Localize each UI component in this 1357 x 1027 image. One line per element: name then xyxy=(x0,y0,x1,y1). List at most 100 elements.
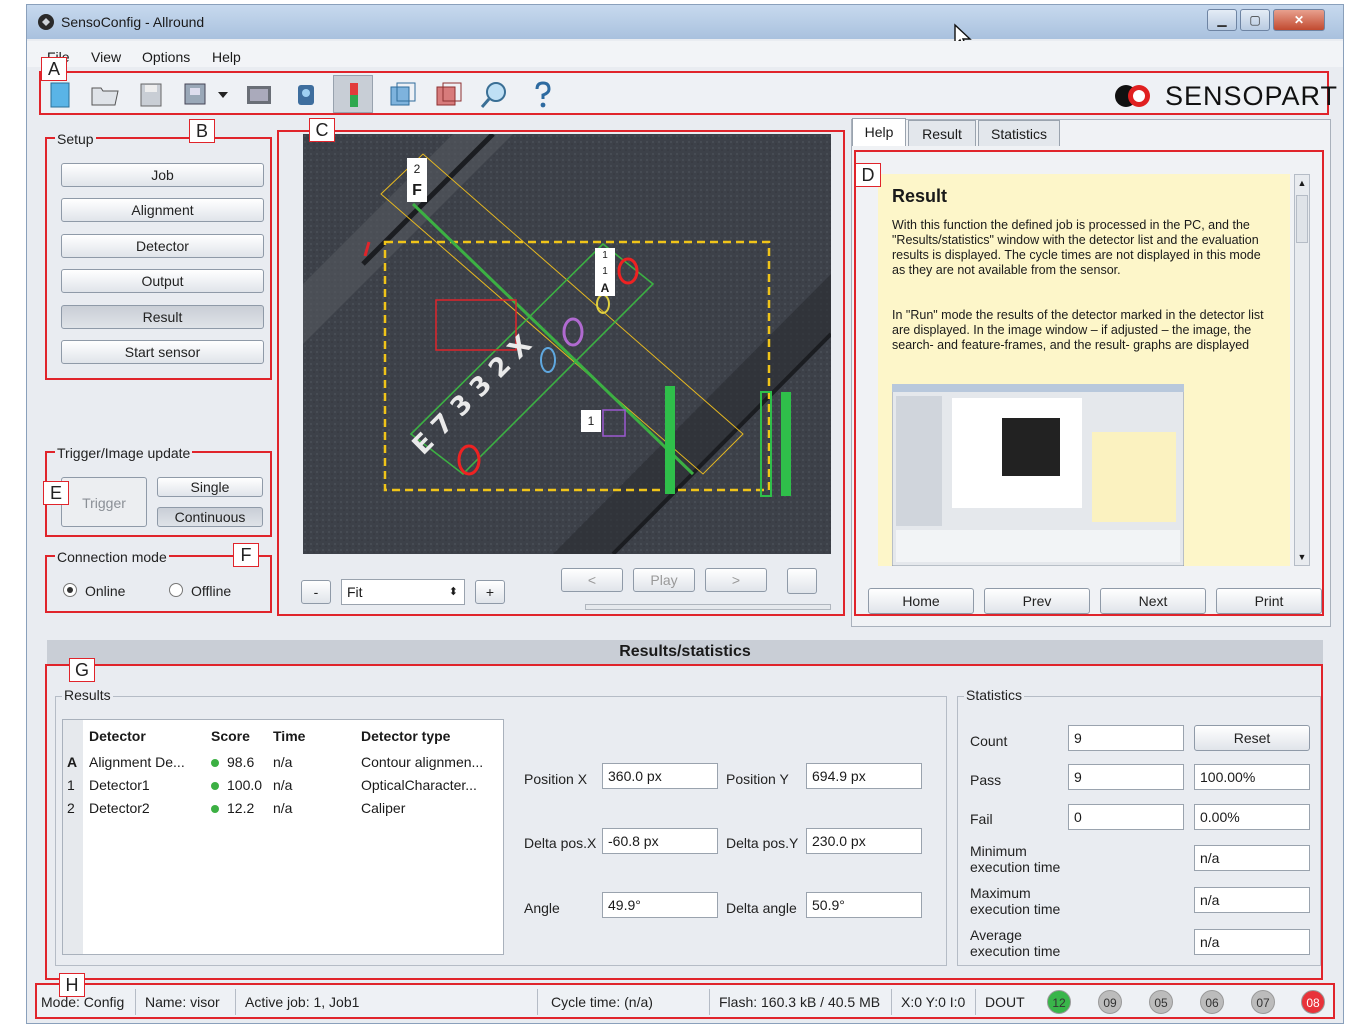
camera-image[interactable]: E 7 3 3 2 X 2 F 1 1 A 1 xyxy=(303,134,831,554)
row-time: n/a xyxy=(273,776,293,793)
save-to-sensor-icon[interactable] xyxy=(181,79,213,111)
help-next-button[interactable]: Next xyxy=(1100,588,1206,614)
status-divider xyxy=(709,989,710,1015)
next-frame-button[interactable]: > xyxy=(705,568,767,592)
help-print-button[interactable]: Print xyxy=(1216,588,1322,614)
help-paragraph-2: In "Run" mode the results of the detecto… xyxy=(892,308,1264,352)
film-strip-icon[interactable] xyxy=(243,79,275,111)
marker-b: B xyxy=(189,119,215,143)
avg-exec-label: Average execution time xyxy=(970,927,1060,959)
zoom-select[interactable]: Fit ⬍ xyxy=(341,579,465,605)
new-job-icon[interactable] xyxy=(45,79,77,111)
image-window: E 7 3 3 2 X 2 F 1 1 A 1 - Fit ⬍ + < Play… xyxy=(277,130,845,616)
max-exec-field[interactable]: n/a xyxy=(1194,887,1310,913)
marker-e: E xyxy=(43,481,69,505)
marker-c: C xyxy=(309,118,335,142)
continuous-button[interactable]: Continuous xyxy=(157,507,263,527)
scroll-up-icon[interactable]: ▲ xyxy=(1295,175,1309,191)
row-time: n/a xyxy=(273,799,293,816)
save-icon[interactable] xyxy=(135,79,167,111)
column-score: Score xyxy=(211,728,250,744)
delta-x-field[interactable]: -60.8 px xyxy=(602,828,718,854)
zoom-in-button[interactable]: + xyxy=(475,580,505,604)
image-compare-icon[interactable] xyxy=(433,79,465,111)
menu-help[interactable]: Help xyxy=(212,49,241,65)
fail-label: Fail xyxy=(970,811,993,827)
tab-statistics[interactable]: Statistics xyxy=(978,120,1060,146)
count-field[interactable]: 9 xyxy=(1068,725,1184,751)
row-time: n/a xyxy=(273,753,293,770)
overlay-label-2: 2 xyxy=(407,158,427,180)
fail-percent-field[interactable]: 0.00% xyxy=(1194,804,1310,830)
help-scrollbar[interactable]: ▲ ▼ xyxy=(1294,174,1310,566)
overlay-label-1a: 1 xyxy=(595,248,615,264)
scroll-thumb[interactable] xyxy=(1296,195,1308,243)
menu-view[interactable]: View xyxy=(91,49,121,65)
menu-options[interactable]: Options xyxy=(142,49,190,65)
result-button[interactable]: Result xyxy=(61,305,264,329)
position-x-label: Position X xyxy=(524,771,588,787)
image-sequence-icon[interactable] xyxy=(387,79,419,111)
zoom-icon[interactable] xyxy=(479,79,511,111)
setup-title: Setup xyxy=(55,131,96,147)
fail-field[interactable]: 0 xyxy=(1068,804,1184,830)
single-button[interactable]: Single xyxy=(157,477,263,497)
frame-slider[interactable] xyxy=(585,604,831,610)
tab-result[interactable]: Result xyxy=(908,120,976,146)
dropdown-arrow-icon[interactable] xyxy=(217,89,229,101)
avg-exec-field[interactable]: n/a xyxy=(1194,929,1310,955)
position-y-field[interactable]: 694.9 px xyxy=(806,763,922,789)
close-button[interactable]: ✕ xyxy=(1273,9,1325,31)
row-detector: Detector2 xyxy=(89,799,150,816)
open-icon[interactable] xyxy=(89,79,121,111)
angle-field[interactable]: 49.9° xyxy=(602,892,718,918)
sensor-icon[interactable] xyxy=(291,79,323,111)
run-mode-button[interactable] xyxy=(333,75,373,113)
output-button[interactable]: Output xyxy=(61,269,264,293)
row-type: OpticalCharacter... xyxy=(361,776,477,793)
detector-list[interactable]: Detector Score Time Detector type A Alig… xyxy=(62,719,504,955)
detector-button[interactable]: Detector xyxy=(61,234,264,258)
status-name: Name: visor xyxy=(145,994,220,1010)
status-divider xyxy=(537,989,538,1015)
delta-y-field[interactable]: 230.0 px xyxy=(806,828,922,854)
dout-led-08: 08 xyxy=(1301,990,1325,1014)
offline-radio[interactable] xyxy=(169,583,183,597)
delta-angle-field[interactable]: 50.9° xyxy=(806,892,922,918)
min-exec-label: Minimum execution time xyxy=(970,843,1060,875)
window-title: SensoConfig - Allround xyxy=(61,14,205,30)
row-score-cell: 12.2 xyxy=(207,796,269,819)
help-prev-button[interactable]: Prev xyxy=(984,588,1090,614)
statistics-title: Statistics xyxy=(964,687,1025,703)
connection-title: Connection mode xyxy=(55,549,169,565)
table-row[interactable]: 1 Detector1 100.0 n/a OpticalCharacter..… xyxy=(63,773,495,796)
help-heading: Result xyxy=(892,186,948,206)
prev-frame-button[interactable]: < xyxy=(561,568,623,592)
zoom-out-button[interactable]: - xyxy=(301,580,331,604)
scroll-down-icon[interactable]: ▼ xyxy=(1295,549,1309,565)
start-sensor-button[interactable]: Start sensor xyxy=(61,340,264,364)
online-radio[interactable] xyxy=(63,583,77,597)
tab-help[interactable]: Help xyxy=(852,118,906,146)
min-exec-label-1: Minimum xyxy=(970,843,1027,859)
pass-percent-field[interactable]: 100.00% xyxy=(1194,764,1310,790)
pass-field[interactable]: 9 xyxy=(1068,764,1184,790)
maximize-button[interactable]: ▢ xyxy=(1240,9,1270,31)
table-row[interactable]: A Alignment De... 98.6 n/a Contour align… xyxy=(63,750,495,773)
detector-table-header: Detector Score Time Detector type xyxy=(63,722,495,750)
play-button[interactable]: Play xyxy=(633,568,695,592)
sensopart-logo-text: SENSOPART xyxy=(1165,81,1339,111)
help-icon[interactable] xyxy=(527,79,559,111)
overlay-label-a: A xyxy=(595,280,615,296)
position-x-field[interactable]: 360.0 px xyxy=(602,763,718,789)
record-button[interactable] xyxy=(787,568,817,594)
min-exec-field[interactable]: n/a xyxy=(1194,845,1310,871)
reset-button[interactable]: Reset xyxy=(1194,725,1310,751)
table-row[interactable]: 2 Detector2 12.2 n/a Caliper xyxy=(63,796,495,819)
job-button[interactable]: Job xyxy=(61,163,264,187)
alignment-button[interactable]: Alignment xyxy=(61,198,264,222)
minimize-button[interactable]: ▁ xyxy=(1207,9,1237,31)
help-home-button[interactable]: Home xyxy=(868,588,974,614)
help-paragraph-1: With this function the defined job is pr… xyxy=(892,218,1261,277)
trigger-button[interactable]: Trigger xyxy=(61,477,147,527)
